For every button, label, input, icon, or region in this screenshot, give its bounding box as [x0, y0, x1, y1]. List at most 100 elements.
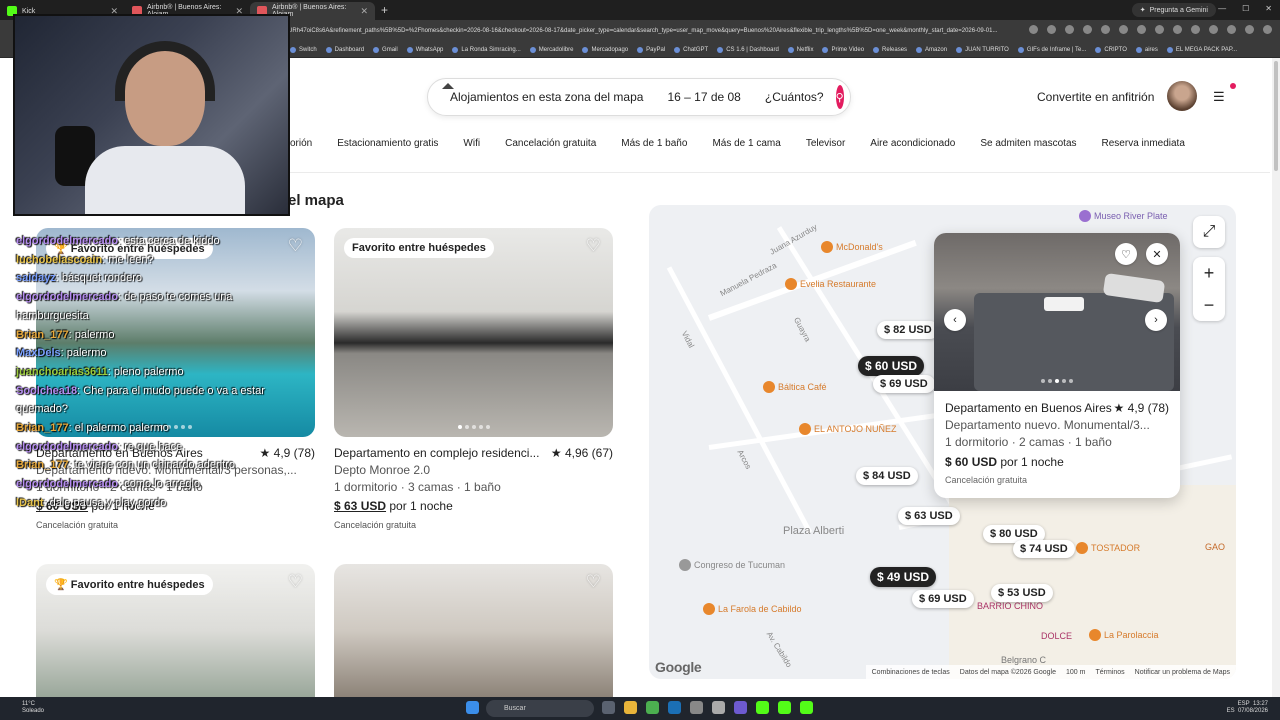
extension-icon[interactable] — [1191, 25, 1200, 34]
kick-icon[interactable] — [778, 701, 791, 714]
chrome-icon[interactable] — [646, 701, 659, 714]
zoom-in-button[interactable]: + — [1193, 257, 1225, 289]
filter-chip[interactable]: Más de 1 cama — [712, 138, 780, 158]
bookmark-item[interactable]: WhatsApp — [407, 47, 444, 53]
app-icon[interactable] — [712, 701, 725, 714]
listing-card[interactable]: 🏆 Favorito entre huéspedes ♡ — [36, 564, 315, 697]
bookmark-item[interactable]: JUAN TURRITO — [956, 47, 1009, 53]
poi-baltica[interactable]: Báltica Café — [763, 381, 827, 393]
price-pin[interactable]: $ 63 USD — [898, 507, 960, 525]
minimize-icon[interactable]: — — [1218, 4, 1226, 13]
windows-start-icon[interactable] — [466, 701, 479, 714]
listing-photo[interactable]: Favorito entre huéspedes ♡ — [334, 228, 613, 437]
gemini-button[interactable]: ✦ Pregunta a Gemini — [1131, 3, 1216, 17]
price-pin[interactable]: $ 82 USD — [877, 321, 939, 339]
chevron-left-icon[interactable]: ‹ — [944, 309, 966, 331]
poi-farola[interactable]: La Farola de Cabildo — [703, 603, 802, 615]
wishlist-heart-icon[interactable]: ♡ — [1115, 243, 1137, 265]
price-pin[interactable]: $ 49 USD — [870, 567, 937, 587]
bookmark-item[interactable]: Gmail — [373, 47, 398, 53]
map[interactable]: Manuela Pedraza Av. Cabildo Arcos Guayra… — [649, 205, 1236, 679]
extension-icon[interactable] — [1227, 25, 1236, 34]
price-pin[interactable]: $ 69 USD — [912, 590, 974, 608]
extension-icon[interactable] — [1065, 25, 1074, 34]
close-tab-icon[interactable]: ✕ — [360, 6, 368, 17]
close-icon[interactable]: ✕ — [1146, 243, 1168, 265]
steam-icon[interactable] — [668, 701, 681, 714]
bookmark-item[interactable]: ChatGPT — [674, 47, 708, 53]
file-explorer-icon[interactable] — [624, 701, 637, 714]
app-icon[interactable] — [690, 701, 703, 714]
taskbar-search[interactable]: Buscar — [486, 700, 594, 717]
search-bar[interactable]: Alojamientos en esta zona del mapa 16 – … — [427, 78, 851, 116]
report-problem-link[interactable]: Notificar un problema de Maps — [1135, 669, 1230, 676]
chevron-right-icon[interactable]: › — [1145, 309, 1167, 331]
filter-chip[interactable]: Televisor — [806, 138, 845, 158]
poi-evelia[interactable]: Evelia Restaurante — [785, 278, 876, 290]
extension-icon[interactable] — [1263, 25, 1272, 34]
bookmark-item[interactable]: Switch — [290, 47, 317, 53]
bookmark-item[interactable]: Amazon — [916, 47, 947, 53]
listing-popup[interactable]: ♡ ✕ ‹ › Departamento en Buenos Aires ★ 4,… — [934, 233, 1180, 498]
extension-icon[interactable] — [1173, 25, 1182, 34]
task-view-icon[interactable] — [602, 701, 615, 714]
poi-antojo[interactable]: EL ANTOJO NUÑEZ — [799, 423, 897, 435]
extension-icon[interactable] — [1029, 25, 1038, 34]
scrollbar-thumb[interactable] — [1274, 61, 1278, 171]
bookmark-item[interactable]: Netflix — [788, 47, 814, 53]
url-field[interactable]: URh47oiC8s6A&refinement_paths%5B%5D=%2Fh… — [288, 24, 1120, 38]
filter-chip[interactable]: Se admiten mascotas — [980, 138, 1076, 158]
avatar[interactable] — [1167, 81, 1197, 111]
bookmark-item[interactable]: aires — [1136, 47, 1158, 53]
terms-link[interactable]: Términos — [1095, 669, 1124, 676]
filter-chip[interactable]: orión — [290, 138, 312, 158]
bookmark-item[interactable]: Mercadolibre — [530, 47, 574, 53]
weather-widget[interactable]: 11°C Soleado — [22, 701, 44, 715]
extension-icon[interactable] — [1083, 25, 1092, 34]
page-scrollbar[interactable] — [1272, 58, 1280, 697]
bookmark-item[interactable]: EL MEGA PACK PAP... — [1167, 47, 1237, 53]
bookmark-item[interactable]: Dashboard — [326, 47, 364, 53]
wishlist-heart-icon[interactable]: ♡ — [586, 572, 601, 592]
poi-congreso[interactable]: Congreso de Tucuman — [679, 559, 785, 571]
menu-icon[interactable]: ☰ — [1213, 89, 1225, 105]
extension-icon[interactable] — [1209, 25, 1218, 34]
listing-photo[interactable]: 🏆 Favorito entre huéspedes ♡ — [36, 564, 315, 697]
price-pin[interactable]: $ 74 USD — [1013, 540, 1075, 558]
extension-icon[interactable] — [1155, 25, 1164, 34]
extension-icon[interactable] — [1119, 25, 1128, 34]
listing-card[interactable]: Favorito entre huéspedes ♡ Departamento … — [334, 228, 613, 530]
filter-chip[interactable]: Más de 1 baño — [621, 138, 687, 158]
wishlist-heart-icon[interactable]: ♡ — [586, 236, 601, 256]
popup-photo[interactable]: ♡ ✕ ‹ › — [934, 233, 1180, 391]
bookmark-item[interactable]: PayPal — [637, 47, 665, 53]
bookmark-item[interactable]: Mercadopago — [582, 47, 628, 53]
bookmark-item[interactable]: Releases — [873, 47, 907, 53]
new-tab-icon[interactable]: + — [381, 3, 388, 17]
system-tray[interactable]: ESP 13:27 ES 07/08/2026 — [1227, 701, 1268, 715]
listing-photo[interactable]: ♡ — [334, 564, 613, 697]
extension-icon[interactable] — [1101, 25, 1110, 34]
listing-card[interactable]: ♡ — [334, 564, 613, 697]
extension-icon[interactable] — [1245, 25, 1254, 34]
wishlist-heart-icon[interactable]: ♡ — [288, 572, 303, 592]
filter-chip[interactable]: Estacionamiento gratis — [337, 138, 438, 158]
extension-icon[interactable] — [1137, 25, 1146, 34]
bookmark-item[interactable]: Prime Video — [822, 47, 864, 53]
bookmark-item[interactable]: GIFs de Inframe | Te... — [1018, 47, 1086, 53]
search-location[interactable]: Alojamientos en esta zona del mapa — [438, 90, 655, 104]
search-button[interactable]: ⚲ — [835, 85, 844, 109]
search-dates[interactable]: 16 – 17 de 08 — [655, 90, 752, 104]
bookmark-item[interactable]: La Ronda Simracing... — [452, 47, 520, 53]
bookmark-item[interactable]: CRIPTO — [1095, 47, 1127, 53]
filter-chip[interactable]: Reserva inmediata — [1102, 138, 1185, 158]
maximize-icon[interactable]: ☐ — [1242, 4, 1249, 13]
poi-parolaccia[interactable]: La Parolaccia — [1089, 629, 1159, 641]
poi-tostador[interactable]: TOSTADOR — [1076, 542, 1140, 554]
keyboard-shortcuts-link[interactable]: Combinaciones de teclas — [872, 669, 950, 676]
filter-chip[interactable]: Cancelación gratuita — [505, 138, 596, 158]
price-pin[interactable]: $ 53 USD — [991, 584, 1053, 602]
price-pin-selected[interactable]: $ 60 USD — [858, 356, 925, 376]
close-window-icon[interactable]: ✕ — [1265, 4, 1272, 13]
kick-icon[interactable] — [800, 701, 813, 714]
